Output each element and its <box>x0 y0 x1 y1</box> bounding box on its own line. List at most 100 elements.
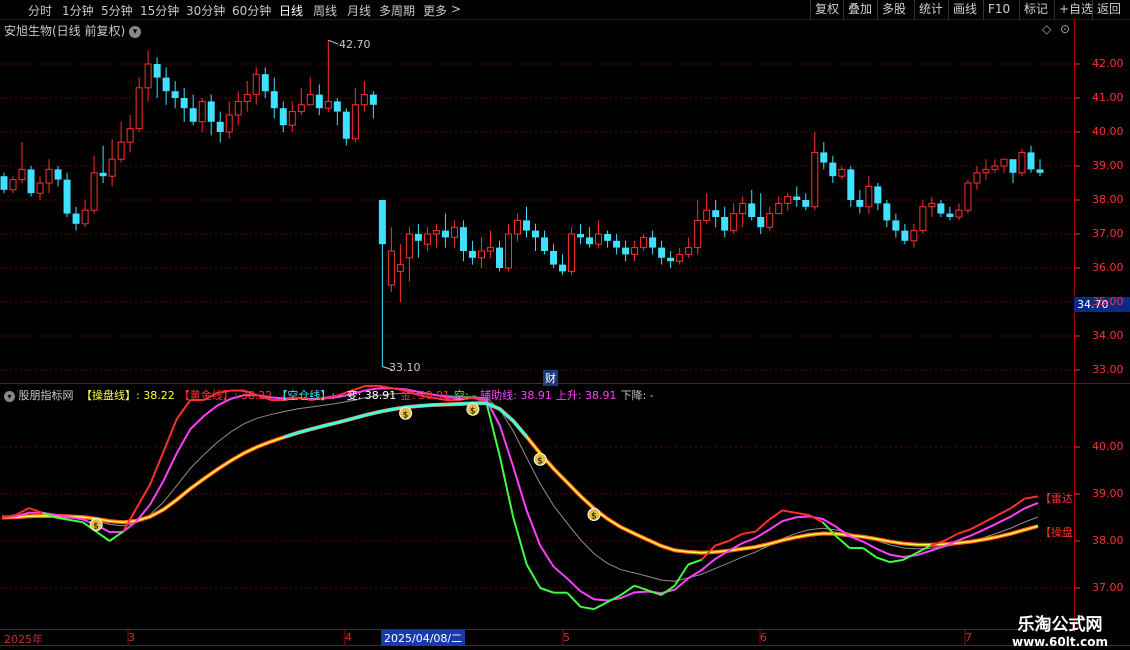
candle-body <box>802 200 810 207</box>
price-tick-label: 42.00 <box>1092 57 1124 70</box>
price-tick-label: 41.00 <box>1092 91 1124 104</box>
candle-body <box>559 264 567 272</box>
candle-body <box>162 77 170 92</box>
indicator-legend-label: 空 <box>453 389 465 402</box>
price-tick-label: 33.00 <box>1092 363 1124 376</box>
high-pointer <box>328 39 339 45</box>
operate-line-halo <box>1 401 1039 555</box>
candle-body <box>306 94 314 106</box>
watermark-title: 乐淘公式网 <box>1017 615 1103 635</box>
candle-body <box>910 230 918 242</box>
indicator-tick-label: 38.00 <box>1092 534 1124 547</box>
golden-line-segment <box>795 511 810 517</box>
price-tick-label: 37.00 <box>1092 227 1124 240</box>
candle-body <box>189 108 197 122</box>
golden-line-segment <box>943 533 958 542</box>
golden-line-segment <box>135 484 151 509</box>
diamond-icon[interactable]: ◇ <box>1042 22 1051 36</box>
candle-body <box>694 219 702 249</box>
candle-body <box>297 104 305 113</box>
candle-body <box>865 185 873 208</box>
price-tick-label: 38.00 <box>1092 193 1124 206</box>
golden-line-segment <box>498 456 515 518</box>
candle-body <box>874 186 882 204</box>
indicator-legend-value: : 38.22 <box>136 389 175 402</box>
indicator-legend-label: 金 <box>400 389 412 402</box>
candle-body <box>342 111 350 139</box>
golden-line-segment <box>956 528 972 535</box>
date-tick-label: 5 <box>563 631 570 644</box>
golden-line-segment <box>876 556 891 564</box>
money-bag-glyph: $ <box>537 456 543 466</box>
golden-line-segment <box>754 519 770 533</box>
golden-line-segment <box>593 601 608 611</box>
candle-body <box>784 196 792 204</box>
operate-line <box>1 402 1039 554</box>
candle-body <box>216 121 224 132</box>
golden-line-segment <box>862 547 878 559</box>
candle-body <box>207 101 215 122</box>
candle-body <box>36 182 44 194</box>
candle-body <box>18 168 26 181</box>
money-bag-glyph: $ <box>403 410 409 420</box>
candle-body <box>739 202 747 215</box>
candle-body <box>279 108 287 126</box>
chevron-down-icon[interactable]: ▾ <box>4 390 15 402</box>
candle-body <box>1018 151 1026 174</box>
candle-body <box>153 64 161 78</box>
indicator-legend-value: : 38.91 <box>577 389 617 402</box>
candle-body <box>838 168 846 177</box>
main-chart-title: 安旭生物(日线 前复权) ▾ <box>4 22 142 39</box>
date-tick-label: 7 <box>965 631 972 644</box>
golden-line-segment <box>149 451 165 485</box>
indicator-legend-value: : 38.91 <box>357 389 397 402</box>
golden-line-segment <box>69 518 83 524</box>
expand-icon[interactable]: ⊙ <box>1060 22 1070 36</box>
stock-title: 安旭生物(日线 前复权) <box>4 24 126 38</box>
candle-body <box>495 247 503 268</box>
candle-body <box>577 234 585 238</box>
operate-line-tag: 【操盘 <box>1040 524 1073 540</box>
money-bag-glyph: $ <box>591 511 597 521</box>
candle-body <box>793 196 801 200</box>
candle-body <box>937 203 945 214</box>
money-bag-glyph: $ <box>470 406 476 416</box>
candle-body <box>586 237 594 245</box>
candle-body <box>1009 159 1017 173</box>
indicator-legend-value: : - <box>331 389 343 402</box>
candle-body <box>144 63 152 89</box>
candle-body <box>946 213 954 217</box>
candle-body <box>883 203 891 221</box>
indicator-legend-value: : - <box>642 389 654 402</box>
candle-body <box>919 206 927 232</box>
candle-body <box>9 179 17 191</box>
finance-event-marker[interactable]: 财 <box>543 370 558 386</box>
candle-body <box>541 237 549 251</box>
candle-body <box>387 250 395 286</box>
candle-body <box>685 247 693 255</box>
candle-body <box>649 237 657 248</box>
candle-body <box>595 233 603 245</box>
candle-body <box>126 128 134 143</box>
golden-line-segment <box>714 540 729 547</box>
candle-body <box>622 247 630 255</box>
golden-line-segment <box>485 402 501 457</box>
date-tick-label: 4 <box>345 631 352 644</box>
candle-body <box>532 230 540 238</box>
low-price-marker: 33.10 <box>389 361 421 374</box>
indicator-legend-value: : 38.91 <box>411 389 450 402</box>
chevron-down-icon[interactable]: ▾ <box>129 25 142 38</box>
candle-body <box>973 172 981 184</box>
candle-body <box>982 168 990 174</box>
candle-body <box>99 172 107 177</box>
indicator-legend-label: 【空仓线】 <box>276 389 332 402</box>
candle-body <box>315 94 323 109</box>
indicator-legend-value: : 38.22 <box>233 389 273 402</box>
indicator-legend-value: : - <box>464 389 477 402</box>
price-tick-label: 39.00 <box>1092 159 1124 172</box>
golden-line-segment <box>782 509 796 514</box>
golden-line-segment <box>1010 497 1026 509</box>
indicator-tick-label: 37.00 <box>1092 581 1124 594</box>
candle-body <box>45 168 53 184</box>
candle-body <box>414 234 422 241</box>
